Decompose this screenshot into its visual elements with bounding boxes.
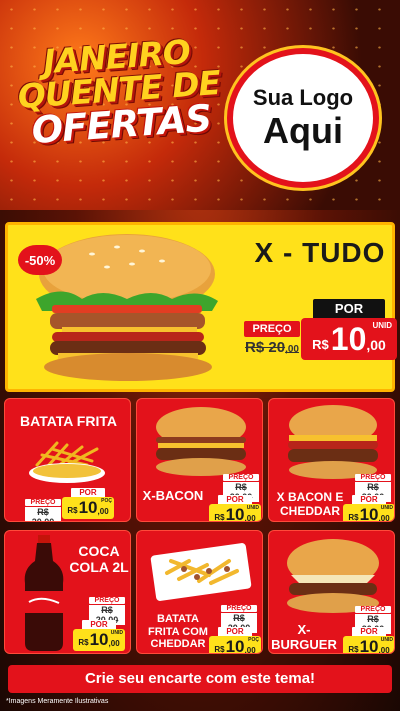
- currency-symbol: R$: [67, 506, 78, 515]
- featured-product-card: -50% X - TUDO PREÇO R$ 20,00 POR R$ 10 ,…: [5, 222, 397, 392]
- new-price-block: POR R$ 10 ,00 UNID: [343, 627, 394, 654]
- footnote: *Imagens Meramente Ilustrativas: [6, 698, 109, 705]
- product-tile: COCA COLA 2L PREÇO R$ 20,00 POR R$ 10 ,0…: [4, 530, 131, 654]
- flyer: JANEIRO QUENTE DE OFERTAS Sua Logo Aqui: [0, 0, 400, 711]
- new-price-value: R$ 10 ,00 UNID: [343, 636, 394, 654]
- old-price-dec: ,00: [285, 344, 299, 355]
- new-price-value: R$ 10 ,00 UNID: [343, 504, 394, 522]
- new-price-block: POR R$ 10 ,00 UNID: [343, 495, 394, 522]
- currency-symbol: R$: [78, 638, 89, 647]
- burger-image: [156, 407, 246, 476]
- unit-label: UNID: [246, 505, 259, 511]
- currency-symbol: R$: [348, 645, 359, 654]
- old-price-label: PREÇO: [355, 606, 391, 613]
- unit-label: UNID: [380, 505, 393, 511]
- product-tile: BATATA FRITA COM CHEDDAR PREÇO R$ 20,00 …: [136, 530, 263, 654]
- unit-label: UNID: [380, 637, 393, 643]
- price-decimal: ,00: [378, 645, 390, 654]
- currency-symbol: R$: [214, 645, 225, 654]
- old-price-label: PREÇO: [221, 605, 257, 612]
- new-price-label: POR: [218, 495, 252, 504]
- new-price-block: POR R$ 10 ,00 UNID: [301, 299, 397, 360]
- unit-label: UNID: [110, 630, 123, 636]
- burger-image: [287, 539, 379, 613]
- price-decimal: ,00: [97, 506, 109, 516]
- new-price-label: POR: [71, 488, 105, 497]
- product-name: BATATA FRITA COM CHEDDAR: [148, 613, 208, 651]
- headline: JANEIRO QUENTE DE OFERTAS: [11, 32, 228, 152]
- new-price-value: R$ 10 ,00 POÇ: [209, 636, 261, 654]
- old-price-label: PREÇO: [223, 474, 259, 481]
- price-integer: 10: [89, 630, 109, 649]
- product-tile: X BACON E CHEDDAR PREÇO R$ 20,00 POR R$ …: [268, 398, 395, 522]
- currency-symbol: R$: [214, 513, 225, 522]
- old-price-value: R$ 20,00: [244, 339, 300, 356]
- product-name: COCA COLA 2L: [69, 543, 129, 576]
- soda-bottle-image: [24, 535, 64, 651]
- product-name: X BACON E CHEDDAR: [276, 490, 344, 518]
- old-price-block: PREÇO R$ 20,00: [244, 321, 300, 356]
- price-integer: 10: [225, 637, 245, 654]
- product-tile: X-BURGUER PREÇO R$ 20,00 POR R$ 10 ,00 U…: [268, 530, 395, 654]
- price-integer: 10: [359, 505, 379, 522]
- product-name: X-BACON: [142, 488, 204, 503]
- price-decimal: ,00: [244, 645, 256, 654]
- product-name: BATATA FRITA: [20, 413, 117, 429]
- logo-line-1: Sua Logo: [252, 85, 354, 111]
- price-decimal: ,00: [378, 513, 390, 522]
- old-price-int: R$ 20: [245, 339, 286, 356]
- new-price-label: POR: [313, 299, 385, 318]
- featured-product-name: X - TUDO: [254, 237, 386, 268]
- new-price-block: POR R$ 10 ,00 UNID: [209, 495, 261, 522]
- price-decimal: ,00: [366, 337, 386, 353]
- discount-badge: -50%: [18, 245, 62, 275]
- price-decimal: ,00: [244, 513, 256, 522]
- header-banner: JANEIRO QUENTE DE OFERTAS Sua Logo Aqui: [0, 0, 400, 210]
- product-tile: BATATA FRITA PREÇO R$ 20,00 POR R$ 10 ,0…: [4, 398, 131, 522]
- cta-button[interactable]: Crie seu encarte com este tema!: [8, 665, 392, 693]
- new-price-value: R$ 10 ,00 POÇ: [62, 497, 114, 519]
- new-price-label: POR: [218, 627, 252, 636]
- old-price-label: PREÇO: [25, 499, 61, 506]
- currency-symbol: R$: [312, 336, 329, 352]
- price-integer: 10: [225, 505, 245, 522]
- old-price-label: PREÇO: [89, 597, 125, 604]
- product-name: X-BURGUER: [271, 622, 337, 652]
- burger-image: [288, 405, 378, 479]
- old-price-label: PREÇO: [244, 321, 300, 337]
- new-price-block: POR R$ 10 ,00 POÇ: [209, 627, 261, 654]
- logo-line-2: Aqui: [263, 110, 343, 152]
- logo-placeholder: Sua Logo Aqui: [227, 48, 379, 188]
- old-price-label: PREÇO: [355, 474, 391, 481]
- product-tile: X-BACON PREÇO R$ 20,00 POR R$ 10 ,00 UNI…: [136, 398, 263, 522]
- old-price-value: R$ 20,00: [25, 507, 61, 521]
- currency-symbol: R$: [348, 513, 359, 522]
- unit-label: POÇ: [248, 637, 259, 643]
- fries-cheddar-image: [150, 543, 252, 601]
- unit-label: UNID: [372, 321, 392, 330]
- unit-label: POÇ: [101, 498, 112, 504]
- new-price-value: R$ 10 ,00 UNID: [73, 629, 125, 651]
- price-integer: 10: [359, 637, 379, 654]
- new-price-value: R$ 10 ,00 UNID: [209, 504, 261, 522]
- price-integer: 10: [330, 320, 367, 357]
- new-price-block: POR R$ 10 ,00 UNID: [73, 620, 125, 651]
- fries-image: [29, 441, 105, 483]
- new-price-label: POR: [82, 620, 116, 629]
- new-price-label: POR: [352, 495, 386, 504]
- new-price-value: R$ 10 ,00 UNID: [301, 318, 397, 360]
- old-price-block: PREÇO R$ 20,00: [25, 499, 61, 521]
- new-price-block: POR R$ 10 ,00 POÇ: [62, 488, 114, 519]
- price-integer: 10: [78, 498, 98, 517]
- new-price-label: POR: [352, 627, 386, 636]
- price-decimal: ,00: [108, 638, 120, 648]
